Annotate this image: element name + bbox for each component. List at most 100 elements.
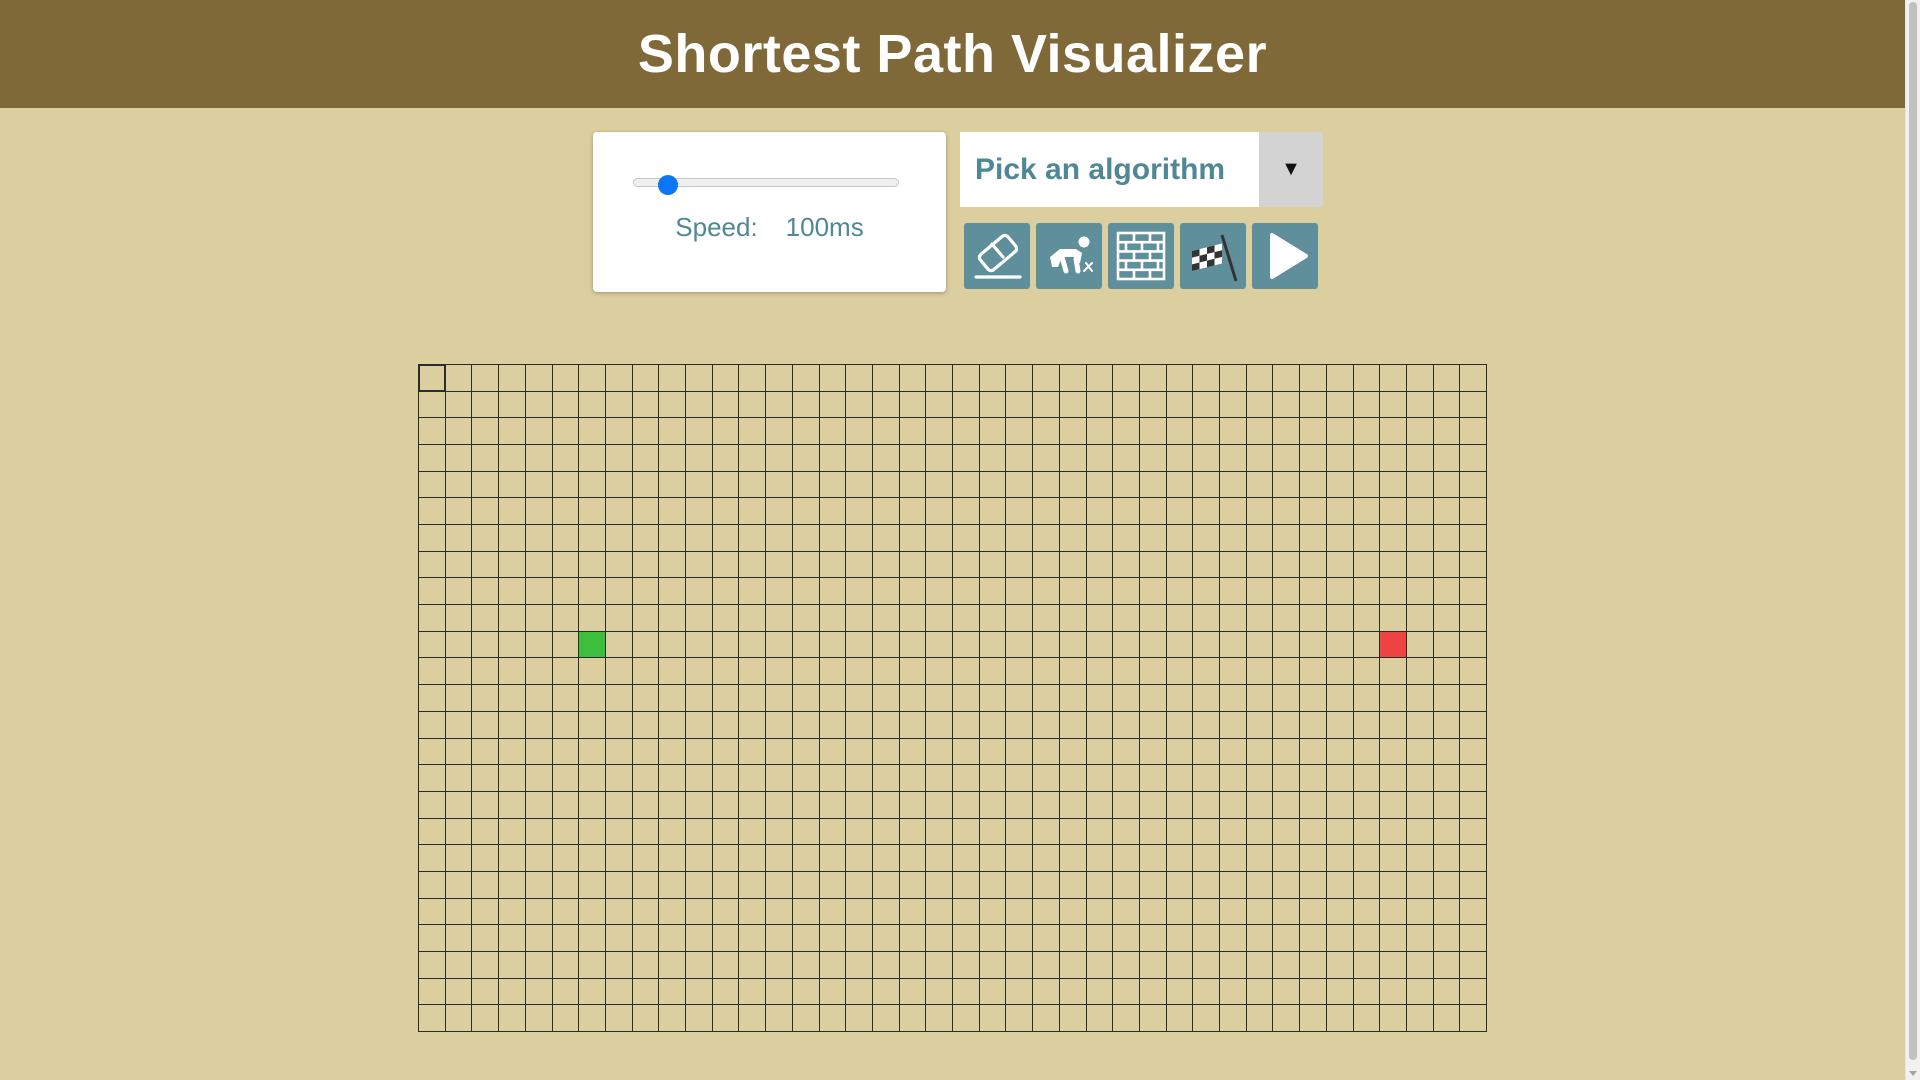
grid-cell[interactable] xyxy=(605,978,633,1006)
grid-cell[interactable] xyxy=(1353,605,1381,632)
grid-cell[interactable] xyxy=(1300,525,1327,552)
grid-cell[interactable] xyxy=(1300,1005,1327,1032)
grid-cell[interactable] xyxy=(872,631,900,659)
grid-cell[interactable] xyxy=(1166,471,1194,499)
grid-cell[interactable] xyxy=(1300,551,1327,579)
grid-cell[interactable] xyxy=(1113,845,1140,872)
grid-cell[interactable] xyxy=(1166,418,1194,446)
grid-cell[interactable] xyxy=(819,391,847,419)
grid-cell[interactable] xyxy=(499,685,526,712)
grid-cell[interactable] xyxy=(1086,685,1114,712)
grid-cell[interactable] xyxy=(1139,845,1167,872)
grid-cell[interactable] xyxy=(686,631,713,659)
grid-cell[interactable] xyxy=(846,1005,873,1032)
grid-cell[interactable] xyxy=(1193,818,1220,846)
grid-cell[interactable] xyxy=(1006,551,1034,579)
grid-cell[interactable] xyxy=(525,738,553,766)
grid-cell[interactable] xyxy=(1166,498,1194,526)
algorithm-select[interactable]: Pick an algorithm ▼ xyxy=(960,132,1323,207)
grid-cell[interactable] xyxy=(579,818,606,846)
grid-cell[interactable] xyxy=(766,658,793,686)
grid-cell[interactable] xyxy=(1166,818,1194,846)
grid-cell[interactable] xyxy=(1006,471,1034,499)
grid-cell[interactable] xyxy=(792,818,820,846)
grid-cell[interactable] xyxy=(1006,658,1034,686)
grid-cell[interactable] xyxy=(979,498,1007,526)
grid-cell[interactable] xyxy=(1300,738,1327,766)
grid-cell[interactable] xyxy=(1433,791,1461,819)
grid-cell[interactable] xyxy=(686,685,713,712)
grid-cell[interactable] xyxy=(1460,845,1487,872)
grid-cell[interactable] xyxy=(1033,685,1060,712)
grid-cell[interactable] xyxy=(419,765,446,792)
grid-cell[interactable] xyxy=(979,471,1007,499)
grid-cell[interactable] xyxy=(739,738,767,766)
grid-cell[interactable] xyxy=(979,418,1007,446)
grid-cell[interactable] xyxy=(872,365,900,392)
grid-cell[interactable] xyxy=(1326,578,1354,606)
grid-cell[interactable] xyxy=(1006,711,1034,739)
grid-cell[interactable] xyxy=(899,738,927,766)
grid-cell[interactable] xyxy=(1433,418,1461,446)
grid-cell[interactable] xyxy=(1059,765,1087,792)
grid-cell[interactable] xyxy=(1406,658,1434,686)
grid-cell[interactable] xyxy=(1059,418,1087,446)
grid-cell[interactable] xyxy=(1006,1005,1034,1032)
grid-cell[interactable] xyxy=(525,711,553,739)
grid-cell[interactable] xyxy=(819,818,847,846)
grid-cell[interactable] xyxy=(1113,525,1140,552)
grid-cell[interactable] xyxy=(632,365,660,392)
grid-cell[interactable] xyxy=(1433,765,1461,792)
grid-cell[interactable] xyxy=(1033,898,1060,926)
grid-cell[interactable] xyxy=(1139,1005,1167,1032)
grid-cell[interactable] xyxy=(1113,978,1140,1006)
grid-cell[interactable] xyxy=(979,845,1007,872)
grid-cell[interactable] xyxy=(899,578,927,606)
grid-cell[interactable] xyxy=(605,711,633,739)
grid-cell[interactable] xyxy=(499,391,526,419)
grid-cell[interactable] xyxy=(1246,658,1274,686)
grid-cell[interactable] xyxy=(1326,791,1354,819)
grid-cell[interactable] xyxy=(1433,898,1461,926)
grid-cell[interactable] xyxy=(499,925,526,952)
grid-cell[interactable] xyxy=(1380,445,1407,472)
grid-cell[interactable] xyxy=(766,711,793,739)
grid-cell[interactable] xyxy=(712,578,740,606)
grid-cell[interactable] xyxy=(766,845,793,872)
grid-cell[interactable] xyxy=(552,551,580,579)
grid-cell[interactable] xyxy=(1300,765,1327,792)
grid-cell[interactable] xyxy=(1086,925,1114,952)
grid-cell[interactable] xyxy=(1300,471,1327,499)
grid-cell[interactable] xyxy=(552,445,580,472)
grid-cell[interactable] xyxy=(1406,498,1434,526)
grid-cell[interactable] xyxy=(1113,898,1140,926)
grid-cell[interactable] xyxy=(579,791,606,819)
grid-cell[interactable] xyxy=(1059,525,1087,552)
grid-cell[interactable] xyxy=(712,365,740,392)
crawl-mode-button[interactable] xyxy=(1036,223,1102,289)
grid-cell[interactable] xyxy=(926,418,953,446)
grid-cell[interactable] xyxy=(1033,391,1060,419)
grid-cell[interactable] xyxy=(712,391,740,419)
end-node[interactable] xyxy=(1380,631,1407,659)
grid-cell[interactable] xyxy=(1113,711,1140,739)
grid-cell[interactable] xyxy=(632,445,660,472)
grid-cell[interactable] xyxy=(1086,578,1114,606)
grid-cell[interactable] xyxy=(846,978,873,1006)
grid-cell[interactable] xyxy=(1220,871,1247,899)
grid-cell[interactable] xyxy=(899,898,927,926)
grid-cell[interactable] xyxy=(552,925,580,952)
grid-cell[interactable] xyxy=(445,365,473,392)
grid-cell[interactable] xyxy=(1246,471,1274,499)
grid-cell[interactable] xyxy=(1006,925,1034,952)
grid-cell[interactable] xyxy=(979,711,1007,739)
grid-cell[interactable] xyxy=(1059,631,1087,659)
grid-cell[interactable] xyxy=(979,391,1007,419)
grid-cell[interactable] xyxy=(472,445,500,472)
grid-cell[interactable] xyxy=(1246,845,1274,872)
grid-cell[interactable] xyxy=(953,685,980,712)
grid-cell[interactable] xyxy=(846,631,873,659)
grid-cell[interactable] xyxy=(979,765,1007,792)
grid-cell[interactable] xyxy=(1273,498,1301,526)
grid-cell[interactable] xyxy=(1139,525,1167,552)
